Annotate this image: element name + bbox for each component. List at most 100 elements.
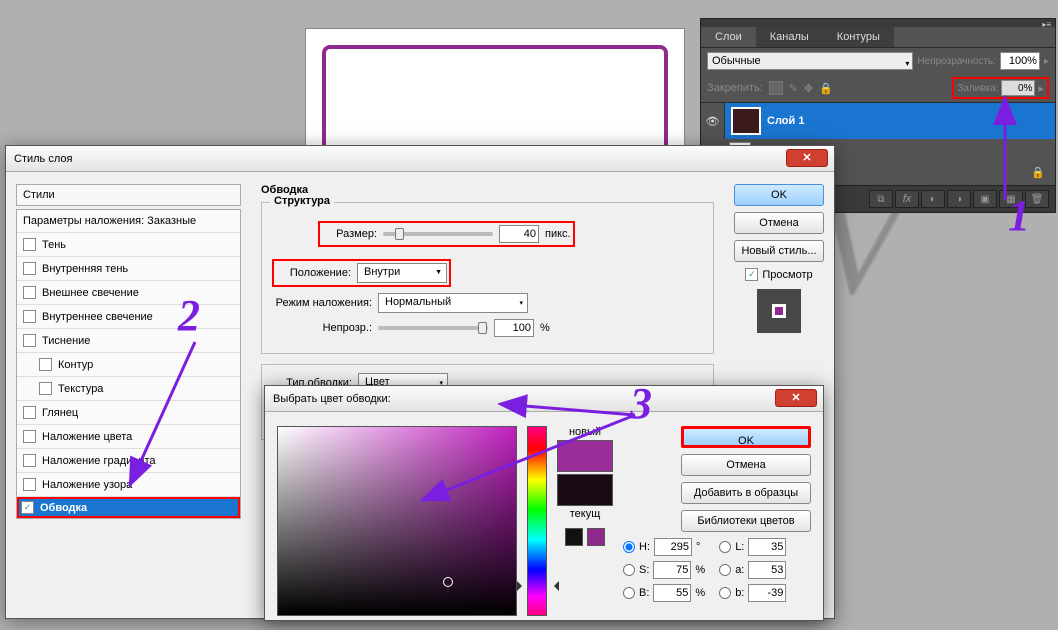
checkbox[interactable] [39, 358, 52, 371]
style-texture[interactable]: Текстура [17, 377, 240, 401]
checkbox[interactable] [23, 334, 36, 347]
checkbox[interactable] [23, 454, 36, 467]
checkbox-checked[interactable] [21, 501, 34, 514]
checkbox[interactable] [23, 406, 36, 419]
s-unit: % [695, 564, 705, 576]
style-gradient-overlay[interactable]: Наложение градиента [17, 449, 240, 473]
a-radio[interactable] [719, 564, 731, 576]
b-input[interactable] [653, 584, 691, 602]
tab-layers[interactable]: Слои [701, 27, 756, 47]
opacity-slider[interactable] [378, 326, 488, 330]
add-swatch-button[interactable]: Добавить в образцы [681, 482, 811, 504]
adjustment-icon[interactable]: ◑ [947, 190, 971, 208]
hue-pointer-icon [523, 581, 553, 583]
lock-transparent-icon[interactable] [769, 81, 783, 95]
checkbox[interactable] [39, 382, 52, 395]
trash-icon[interactable]: 🗑 [1025, 190, 1049, 208]
close-button[interactable]: ✕ [786, 149, 828, 167]
color-libs-button[interactable]: Библиотеки цветов [681, 510, 811, 532]
preview-checkbox[interactable] [745, 268, 758, 281]
mask-icon[interactable]: ◐ [921, 190, 945, 208]
fill-flyout-icon[interactable]: ▸ [1038, 82, 1044, 95]
lock-all-icon[interactable]: 🔒 [819, 82, 833, 95]
checkbox[interactable] [23, 310, 36, 323]
b-radio[interactable] [623, 587, 635, 599]
group-icon[interactable]: ▣ [973, 190, 997, 208]
style-color-overlay[interactable]: Наложение цвета [17, 425, 240, 449]
size-input[interactable] [499, 225, 539, 243]
layer-thumbnail[interactable] [731, 107, 761, 135]
current-color-swatch[interactable] [557, 474, 613, 506]
color-cursor-icon [443, 577, 453, 587]
ok-button[interactable]: OK [734, 184, 824, 206]
styles-header[interactable]: Стили [16, 184, 241, 206]
item-label: Внешнее свечение [42, 287, 139, 299]
tiny-swatch-1[interactable] [565, 528, 583, 546]
blend-value: Нормальный [385, 296, 451, 308]
a-input[interactable] [748, 561, 786, 579]
picker-titlebar[interactable]: Выбрать цвет обводки: ✕ [265, 386, 823, 412]
style-bevel[interactable]: Тиснение [17, 329, 240, 353]
structure-group: Структура Размер: пикс. Положение: Внутр… [261, 202, 714, 354]
panel-menu-icon[interactable]: ▸≡ [1042, 20, 1051, 29]
h-unit: ° [696, 541, 700, 553]
position-dropdown[interactable]: Внутри▼ [357, 263, 447, 283]
style-drop-shadow[interactable]: Тень [17, 233, 240, 257]
bb-input[interactable] [748, 584, 786, 602]
checkbox[interactable] [23, 478, 36, 491]
layer-name[interactable]: Слой 1 [767, 115, 804, 127]
fx-icon[interactable]: fx [895, 190, 919, 208]
item-label: Наложение узора [42, 479, 132, 491]
h-radio[interactable] [623, 541, 635, 553]
blend-mode-dropdown[interactable]: Обычные▾ [707, 52, 913, 70]
style-outer-glow[interactable]: Внешнее свечение [17, 281, 240, 305]
preview-label: Просмотр [762, 269, 812, 281]
l-input[interactable] [748, 538, 786, 556]
dialog-titlebar[interactable]: Стиль слоя ✕ [6, 146, 834, 172]
lock-move-icon[interactable]: ✥ [804, 82, 813, 95]
color-picker-dialog: Выбрать цвет обводки: ✕ новый текущ OK О… [264, 385, 824, 621]
style-stroke[interactable]: Обводка [17, 497, 240, 518]
blend-dropdown[interactable]: Нормальный▾ [378, 293, 528, 313]
tiny-swatch-2[interactable] [587, 528, 605, 546]
style-pattern-overlay[interactable]: Наложение узора [17, 473, 240, 497]
style-inner-shadow[interactable]: Внутренняя тень [17, 257, 240, 281]
s-input[interactable] [653, 561, 691, 579]
item-label: Внутреннее свечение [42, 311, 153, 323]
tab-paths[interactable]: Контуры [823, 27, 894, 47]
panel-grip[interactable]: ▸≡ [701, 19, 1055, 27]
bb-radio[interactable] [719, 587, 731, 599]
cancel-button[interactable]: Отмена [734, 212, 824, 234]
checkbox[interactable] [23, 430, 36, 443]
tab-channels[interactable]: Каналы [756, 27, 823, 47]
new-layer-icon[interactable]: ▦ [999, 190, 1023, 208]
saturation-field[interactable] [277, 426, 517, 616]
style-inner-glow[interactable]: Внутреннее свечение [17, 305, 240, 329]
checkbox[interactable] [23, 262, 36, 275]
link-layers-icon[interactable]: ⧉ [869, 190, 893, 208]
s-radio[interactable] [623, 564, 635, 576]
fill-input[interactable] [1001, 80, 1035, 96]
hue-slider[interactable] [527, 426, 547, 616]
opacity-input[interactable] [494, 319, 534, 337]
a-label: a: [735, 564, 744, 576]
close-button[interactable]: ✕ [775, 389, 817, 407]
picker-ok-button[interactable]: OK [681, 426, 811, 448]
new-style-button[interactable]: Новый стиль... [734, 240, 824, 262]
opacity-input[interactable] [1000, 52, 1040, 70]
style-satin[interactable]: Глянец [17, 401, 240, 425]
visibility-eye-icon[interactable]: 👁 [701, 103, 725, 139]
opacity-flyout-icon[interactable]: ▸ [1044, 56, 1049, 67]
checkbox[interactable] [23, 238, 36, 251]
layer-row-selected[interactable]: 👁 Слой 1 [701, 103, 1055, 139]
l-radio[interactable] [719, 541, 731, 553]
blending-options-item[interactable]: Параметры наложения: Заказные [17, 210, 240, 233]
lock-brush-icon[interactable]: ✎ [789, 82, 798, 95]
new-label: новый [569, 426, 601, 438]
checkbox[interactable] [23, 286, 36, 299]
styles-sidebar: Стили Параметры наложения: Заказные Тень… [6, 172, 251, 618]
size-slider[interactable] [383, 232, 493, 236]
h-input[interactable] [654, 538, 692, 556]
style-contour[interactable]: Контур [17, 353, 240, 377]
picker-cancel-button[interactable]: Отмена [681, 454, 811, 476]
